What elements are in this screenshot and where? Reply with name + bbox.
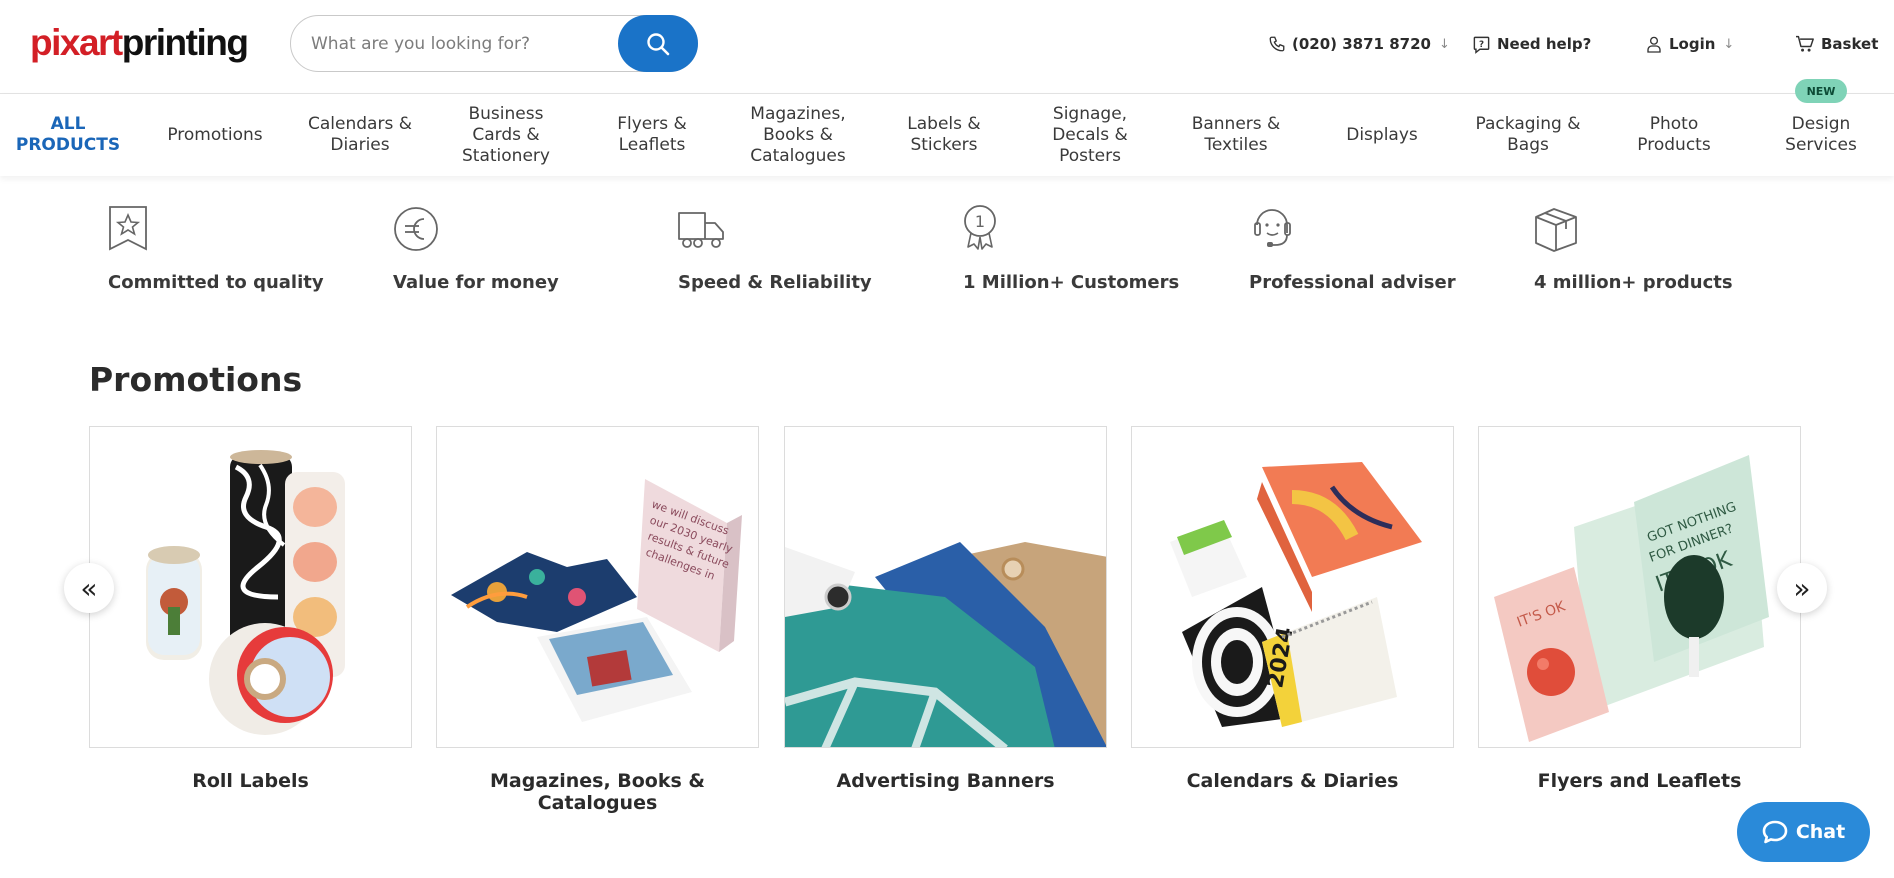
phone-icon <box>1269 36 1285 52</box>
feature-label: Committed to quality <box>108 272 324 293</box>
euro-icon <box>394 207 438 251</box>
search-icon <box>647 32 670 55</box>
nav-item-business-cards[interactable]: Business Cards & Stationery <box>446 94 566 176</box>
basket-link[interactable]: Basket <box>1795 32 1878 56</box>
box-icon <box>1535 208 1577 252</box>
phone-number: (020) 3871 8720 <box>1292 35 1431 53</box>
carousel-prev-button[interactable]: « <box>64 563 114 613</box>
promo-card-magazines[interactable]: we will discuss our 2030 yearly results … <box>436 426 759 814</box>
nav-item-photo-products[interactable]: Photo Products <box>1614 94 1734 176</box>
card-title: Advertising Banners <box>836 770 1055 792</box>
feature-label: Value for money <box>393 272 559 293</box>
nav-item-packaging-bags[interactable]: Packaging & Bags <box>1468 94 1588 176</box>
chevron-down-icon: ↓ <box>1723 36 1735 52</box>
main-navigation: ALL PRODUCTS Promotions Calendars & Diar… <box>0 94 1894 176</box>
new-badge: NEW <box>1795 79 1847 103</box>
headset-icon <box>1254 209 1291 247</box>
nav-item-design-services[interactable]: Design Services <box>1760 94 1882 176</box>
promo-card-advertising-banners[interactable]: Advertising Banners <box>784 426 1107 792</box>
svg-text:1: 1 <box>975 212 985 231</box>
feature-value: Value for money <box>393 205 559 293</box>
truck-icon <box>678 212 724 248</box>
cart-icon <box>1796 35 1814 52</box>
login-label: Login <box>1669 35 1716 53</box>
pixartprinting-logo[interactable]: pixartprinting <box>30 22 249 64</box>
card-title: Calendars & Diaries <box>1186 770 1399 792</box>
search-button[interactable] <box>618 15 698 72</box>
logo-part-printing: printing <box>121 22 249 63</box>
product-image: GOT NOTHING FOR DINNER? IT'S OK IT'S OK <box>1478 426 1801 748</box>
card-title: Roll Labels <box>192 770 309 792</box>
feature-label: Professional adviser <box>1249 272 1456 293</box>
feature-products: 4 million+ products <box>1534 205 1733 293</box>
product-image: we will discuss our 2030 yearly results … <box>436 426 759 748</box>
logo-part-pixart: pixart <box>30 22 123 63</box>
chat-bubble-icon <box>1762 820 1788 844</box>
nav-item-labels-stickers[interactable]: Labels & Stickers <box>884 94 1004 176</box>
product-image: 2024 <box>1131 426 1454 748</box>
carousel-next-button[interactable]: » <box>1777 563 1827 613</box>
feature-label: 1 Million+ Customers <box>963 272 1180 293</box>
phone-link[interactable]: (020) 3871 8720 ↓ <box>1268 32 1450 56</box>
nav-item-signage-decals[interactable]: Signage, Decals & Posters <box>1030 94 1150 176</box>
feature-label: 4 million+ products <box>1534 272 1733 293</box>
product-image <box>784 426 1107 748</box>
promo-card-roll-labels[interactable]: Roll Labels <box>89 426 412 792</box>
promo-card-calendars-diaries[interactable]: 2024 Calendars & Diaries <box>1131 426 1454 792</box>
feature-speed: Speed & Reliability <box>678 205 872 293</box>
help-link[interactable]: ? Need help? <box>1472 32 1591 56</box>
feature-quality: Committed to quality <box>108 205 324 293</box>
help-label: Need help? <box>1497 35 1592 53</box>
svg-text:?: ? <box>1479 39 1484 49</box>
promo-card-flyers-leaflets[interactable]: GOT NOTHING FOR DINNER? IT'S OK IT'S OK … <box>1478 426 1801 792</box>
nav-item-banners-textiles[interactable]: Banners & Textiles <box>1176 94 1296 176</box>
promotions-heading: Promotions <box>89 360 303 399</box>
card-title: Flyers and Leaflets <box>1537 770 1742 792</box>
nav-item-promotions[interactable]: Promotions <box>160 94 270 176</box>
site-header: pixartprinting (020) 3871 8720 ↓ ? Need … <box>0 0 1894 94</box>
nav-item-all-products[interactable]: ALL PRODUCTS <box>10 94 126 176</box>
chat-label: Chat <box>1795 821 1846 843</box>
medal-icon: 1 <box>964 205 996 250</box>
user-icon <box>1647 36 1661 53</box>
card-title: Magazines, Books & Catalogues <box>490 770 705 814</box>
search-bar <box>290 15 698 72</box>
nav-item-calendars-diaries[interactable]: Calendars & Diaries <box>300 94 420 176</box>
nav-item-magazines-books[interactable]: Magazines, Books & Catalogues <box>738 94 858 176</box>
feature-customers: 1 1 Million+ Customers <box>963 205 1179 293</box>
search-input[interactable] <box>311 28 601 60</box>
feature-label: Speed & Reliability <box>678 272 872 293</box>
feature-adviser: Professional adviser <box>1249 205 1456 293</box>
nav-item-flyers-leaflets[interactable]: Flyers & Leaflets <box>592 94 712 176</box>
quality-badge-icon <box>109 206 147 251</box>
chat-button[interactable]: Chat <box>1737 802 1870 862</box>
login-link[interactable]: Login ↓ <box>1645 32 1734 56</box>
chevron-down-icon: ↓ <box>1438 36 1450 52</box>
product-image <box>89 426 412 748</box>
help-icon: ? <box>1473 36 1490 54</box>
nav-item-displays[interactable]: Displays <box>1322 94 1442 176</box>
basket-label: Basket <box>1821 35 1879 53</box>
